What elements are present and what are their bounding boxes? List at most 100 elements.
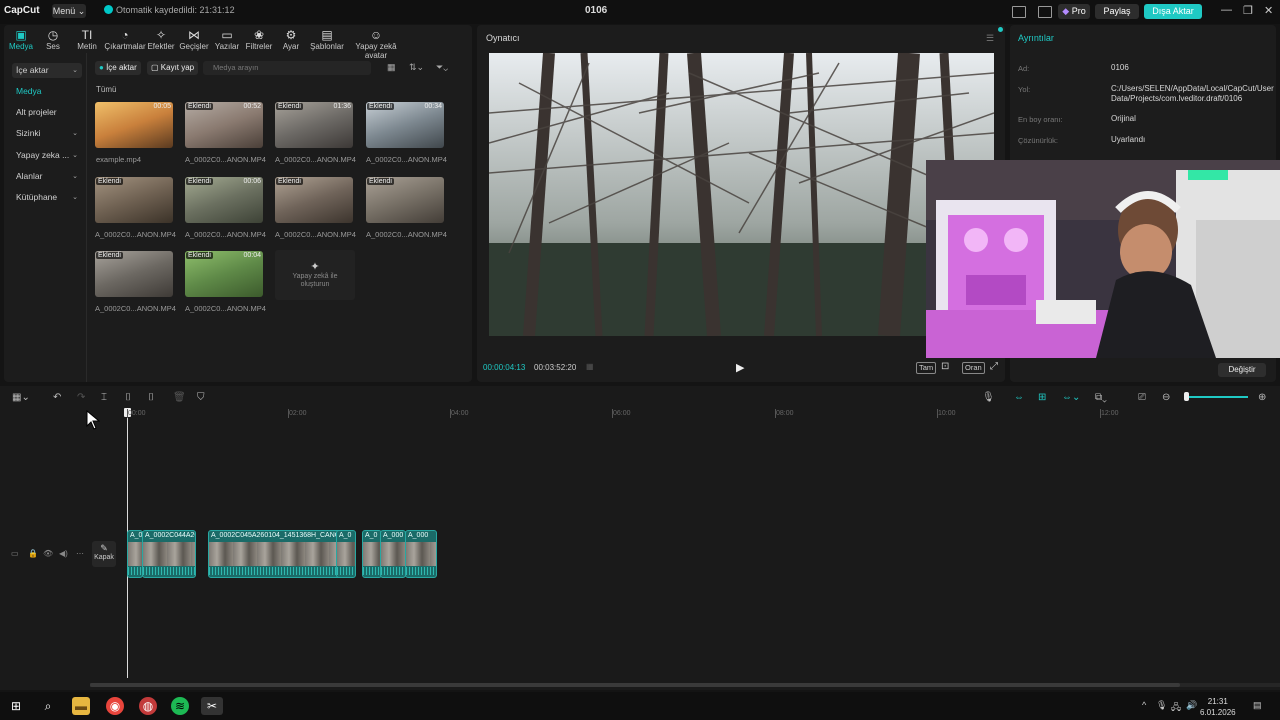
media-thumbnail[interactable]: Eklendi 00:04 [185,251,263,297]
toolbar-adjust[interactable]: ⚙ Ayar [273,28,309,51]
sidebar-item[interactable]: Yapay zeka ... ⌄ [12,148,82,163]
split-icon[interactable]: ⌶ [101,392,107,403]
tray-chevron-icon[interactable]: ^ [1142,700,1146,710]
full-button[interactable]: Tam [916,362,937,374]
shortcuts-icon[interactable] [1038,6,1052,18]
maximize-icon[interactable]: ❐ [1243,4,1253,17]
network-icon[interactable]: 🖧 [1171,700,1181,716]
media-duration: 00:05 [153,103,171,110]
toolbar-templates[interactable]: ▤ Şablonlar [307,28,347,51]
minimize-icon[interactable]: — [1221,4,1232,16]
timeline-scroll-thumb[interactable] [90,683,1180,687]
redo-icon[interactable]: ↷ [77,392,85,403]
toolbar-filters[interactable]: ❀ Filtreler [241,28,277,51]
microphone-icon[interactable]: 🎙 [982,392,995,403]
fullscreen-icon[interactable]: ⤢ [990,361,998,372]
media-thumbnail[interactable]: 00:05 [95,102,173,148]
text-icon: TI [81,28,93,42]
filter-icon[interactable]: ⏷⌄ [436,62,448,73]
volume-icon[interactable]: 🔊 [1186,700,1197,711]
app-icon[interactable]: ◍ [139,697,157,715]
delete-icon[interactable]: 🗑 [173,392,186,403]
media-thumbnail[interactable]: Eklendi [95,177,173,223]
import-button[interactable]: ● İçe aktar [95,61,141,75]
timeline-clip[interactable]: A_0 [336,530,356,578]
capcut-icon[interactable]: ✂ [201,697,223,715]
cover-button[interactable]: ✎ Kapak [92,541,116,567]
toolbar-audio[interactable]: ◷ Ses [36,28,70,51]
media-thumbnail[interactable]: Eklendi 01:36 [275,102,353,148]
search-icon[interactable]: ⌕ [39,697,57,715]
timeline-clip[interactable]: A_0002C044A260104_ [142,530,196,578]
toolbar-ai-avatar[interactable]: ☺ Yapay zekâ avatar [346,28,406,60]
media-thumbnail[interactable]: Eklendi [95,251,173,297]
start-icon[interactable]: ⊞ [7,697,25,715]
magnet-icon[interactable]: ⇔ [1014,392,1024,403]
more-icon[interactable]: ⋯ [76,549,84,558]
media-thumbnail[interactable]: Eklendi [275,177,353,223]
timeline-clip[interactable]: A_0002C045A260104_1451368H_CANON [208,530,344,578]
sidebar-item[interactable]: Alt projeler [12,105,82,120]
close-icon[interactable]: ✕ [1264,4,1273,17]
record-button[interactable]: ▢ Kayıt yap [147,61,199,75]
toolbar-transitions[interactable]: ⋈ Geçişler [176,28,212,51]
mute-icon[interactable]: ◀) [59,549,68,558]
snap-icon[interactable]: ⇔⌄ [1062,392,1080,403]
lock-icon[interactable]: 🔒 [28,549,38,558]
file-explorer-icon[interactable]: ▬ [72,697,90,715]
video-preview[interactable] [489,53,994,336]
play-button[interactable]: ▶ [736,361,744,374]
export-button[interactable]: Dışa Aktar [1144,4,1202,19]
media-thumbnail[interactable]: Eklendi 00:34 [366,102,444,148]
trim-left-icon[interactable]: ⌷ [125,392,131,403]
tray-mic-icon[interactable]: 🎙 [1156,700,1167,711]
sidebar-item[interactable]: Alanlar ⌄ [12,169,82,184]
trim-right-icon[interactable]: ⌷ [148,392,154,403]
toolbar-text[interactable]: TI Metin [68,28,106,51]
zoom-fit-icon[interactable]: ⊡ [941,361,949,372]
zoom-slider[interactable] [1186,396,1248,398]
notification-icon[interactable]: ▤ [1253,700,1262,711]
change-button[interactable]: Değiştir [1218,363,1266,377]
toolbar-sticker[interactable]: ◔ Çıkartmalar [104,28,146,51]
timeline-clip[interactable]: A_0 [127,530,143,578]
pro-button[interactable]: ◆ Pro [1058,4,1090,19]
preview-axis-icon[interactable]: ⧉⌄ [1095,392,1107,403]
media-search-input[interactable]: Medya arayın [203,61,371,75]
zoom-out-icon[interactable]: ⊖ [1162,392,1170,403]
zoom-slider-handle[interactable] [1184,392,1189,401]
media-thumbnail[interactable]: Eklendi [366,177,444,223]
spotify-icon[interactable]: ≋ [171,697,189,715]
toolbar-effects[interactable]: ✧ Efektler [142,28,180,51]
visibility-icon[interactable]: 👁 [43,549,53,558]
sidebar-item[interactable]: Kütüphane ⌄ [12,190,82,205]
menu-button[interactable]: Menü ⌄ [52,4,86,18]
zoom-in-icon[interactable]: ⊕ [1258,392,1266,403]
sidebar-item[interactable]: İçe aktar ⌄ [12,63,82,78]
track-cover-icon[interactable]: ▭ [11,549,19,558]
media-thumbnail[interactable]: Eklendi 00:06 [185,177,263,223]
timeline-layout-icon[interactable]: ▦⌄ [12,392,30,403]
sort-icon[interactable]: ⇅⌄ [409,62,424,73]
caption-icon[interactable]: ⎚ [1138,392,1146,403]
media-thumbnail[interactable]: Eklendi 00:52 [185,102,263,148]
ai-create-tile[interactable]: ✦ Yapay zekâ ile oluşturun [275,250,355,300]
grid-view-icon[interactable]: ▦ [387,62,396,73]
link-icon[interactable]: ⊞ [1038,392,1046,403]
layout-icon[interactable] [1012,6,1026,18]
toolbar-label: Filtreler [245,42,273,51]
sidebar-item[interactable]: Medya [12,84,82,99]
ratio-button[interactable]: Oran [962,362,985,374]
sidebar-item[interactable]: Sizinki ⌄ [12,126,82,141]
share-button[interactable]: Paylaş [1095,4,1139,19]
chrome-icon[interactable]: ◉ [106,697,124,715]
system-clock[interactable]: 21:31 6.01.2026 [1200,696,1236,718]
player-menu-icon[interactable]: ☰ [986,33,994,44]
undo-icon[interactable]: ↶ [53,392,61,403]
timeline-clip[interactable]: A_000 [405,530,437,578]
timeline-clip[interactable]: A_000 [380,530,406,578]
toolbar-captions[interactable]: ▭ Yazılar [209,28,245,51]
shield-icon[interactable]: ⛉ [197,392,205,403]
toolbar-media[interactable]: ▣ Medya [4,28,38,51]
timeline-clip[interactable]: A_0 [362,530,382,578]
